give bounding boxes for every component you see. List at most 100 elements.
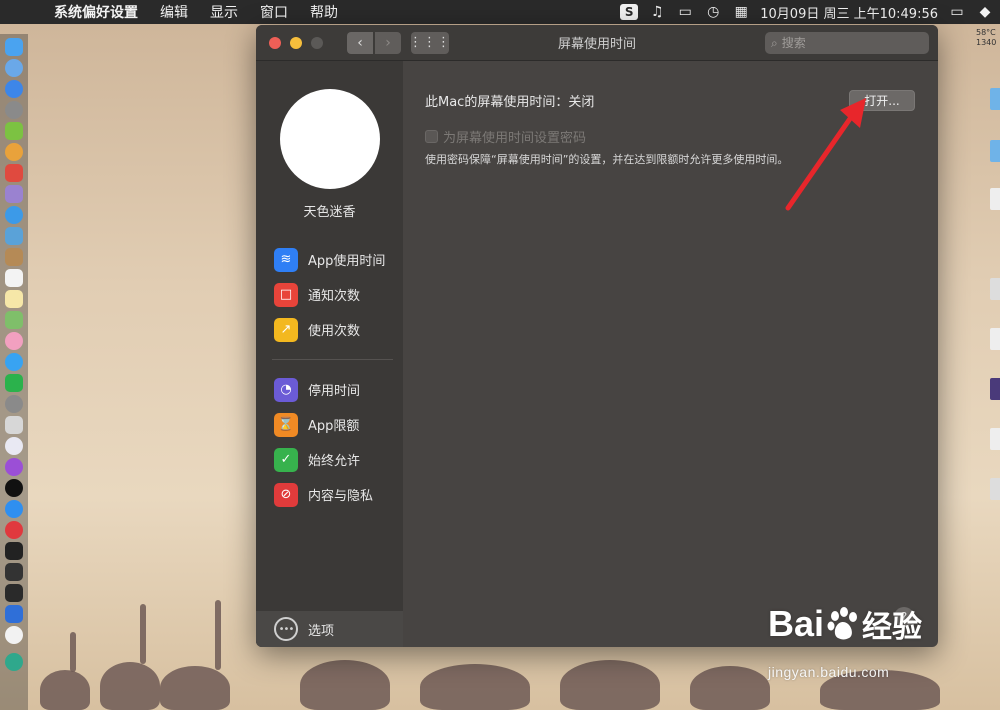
file-icon[interactable]	[990, 478, 1000, 500]
menu-edit[interactable]: 编辑	[160, 2, 188, 22]
yandex-icon[interactable]	[5, 626, 23, 644]
vivaldi-icon[interactable]	[5, 521, 23, 539]
sidebar-item-app-usage[interactable]: ≋ App使用时间	[256, 242, 403, 277]
finder-icon[interactable]	[5, 38, 23, 56]
search-icon: ⌕	[771, 35, 778, 50]
search-field[interactable]: ⌕	[765, 32, 929, 54]
minimize-button[interactable]	[290, 36, 302, 49]
window-titlebar[interactable]: ‹ › ⋮⋮⋮ 屏幕使用时间 ⌕	[256, 25, 938, 61]
safari-icon[interactable]	[5, 206, 23, 224]
calendar-app-icon[interactable]	[5, 164, 23, 182]
siri-icon[interactable]	[5, 59, 23, 77]
help-button[interactable]: ?	[894, 607, 914, 627]
menu-view[interactable]: 显示	[210, 2, 238, 22]
sidebar-item-label: 通知次数	[308, 289, 361, 304]
file-icon[interactable]	[990, 188, 1000, 210]
status-label: 此Mac的屏幕使用时间：	[425, 95, 569, 110]
hourglass-icon: ⌛	[274, 412, 298, 437]
activity-monitor-icon[interactable]	[5, 563, 23, 581]
menu-help[interactable]: 帮助	[310, 2, 338, 22]
sidebar-item-app-limits[interactable]: ⌛ App限额	[256, 407, 403, 442]
file-icon[interactable]	[990, 328, 1000, 350]
time-machine-icon[interactable]: ◷	[704, 4, 722, 20]
sidebar-item-label: 停用时间	[308, 384, 361, 399]
window-controls	[269, 36, 323, 49]
itunes-icon[interactable]	[5, 437, 23, 455]
restriction-icon: ⊘	[274, 482, 298, 507]
sidebar-item-label: 选项	[308, 623, 335, 639]
passcode-option: 为屏幕使用时间设置密码	[425, 127, 586, 146]
menu-app-name[interactable]: 系统偏好设置	[54, 2, 138, 22]
input-method-icon[interactable]: S	[620, 4, 639, 20]
launchpad-icon[interactable]	[5, 80, 23, 98]
airplay-icon[interactable]: ▭	[676, 4, 694, 20]
calendar-icon[interactable]: ▦	[732, 4, 750, 20]
sidebar-item-label: 使用次数	[308, 324, 361, 339]
show-all-button[interactable]: ⋮⋮⋮	[409, 31, 450, 54]
folder-icon[interactable]	[990, 88, 1000, 110]
maps-icon[interactable]	[5, 311, 23, 329]
storage-icon[interactable]	[5, 185, 23, 203]
zoom-button[interactable]	[311, 36, 323, 49]
trash-icon[interactable]	[5, 653, 23, 671]
status-area: S ♫ ▭ ◷ ▦ 10月09日 周三 上午10:49:56 ▭ ◆	[620, 0, 994, 24]
navigation-buttons: ‹ ›	[347, 31, 401, 54]
apple-tv-icon[interactable]	[5, 479, 23, 497]
wechat-icon[interactable]	[5, 374, 23, 392]
sidebar-item-downtime[interactable]: ◔ 停用时间	[256, 372, 403, 407]
image-file-icon[interactable]	[990, 378, 1000, 400]
music-icon[interactable]: ♫	[648, 4, 666, 20]
vpn-icon[interactable]	[5, 605, 23, 623]
search-input[interactable]	[781, 36, 912, 50]
screen-time-status: 此Mac的屏幕使用时间：关闭	[425, 91, 594, 110]
menu-clock[interactable]: 10月09日 周三 上午10:49:56	[760, 3, 938, 22]
sidebar-item-content-privacy[interactable]: ⊘ 内容与隐私	[256, 477, 403, 512]
notes-icon[interactable]	[5, 290, 23, 308]
sidebar-item-pickups[interactable]: ↗ 使用次数	[256, 312, 403, 347]
system-preferences-icon[interactable]	[5, 395, 23, 413]
passcode-checkbox-label: 为屏幕使用时间设置密码	[443, 131, 587, 146]
terminal-icon[interactable]	[5, 542, 23, 560]
username: 天色迷香	[303, 205, 356, 220]
checkmark-shield-icon: ✓	[274, 447, 298, 472]
menu-window[interactable]: 窗口	[260, 2, 288, 22]
rocket-icon[interactable]	[5, 101, 23, 119]
android-icon[interactable]	[5, 122, 23, 140]
notes-brown-icon[interactable]	[5, 248, 23, 266]
bookmark-icon[interactable]: ◆	[976, 4, 994, 20]
ellipsis-icon: •••	[274, 617, 298, 641]
forward-button[interactable]: ›	[375, 31, 401, 54]
passcode-checkbox[interactable]	[425, 130, 438, 143]
battery-icon[interactable]: ▭	[948, 4, 966, 20]
messages-icon[interactable]	[5, 353, 23, 371]
preview-icon[interactable]	[5, 227, 23, 245]
main-content: 此Mac的屏幕使用时间：关闭 打开... 为屏幕使用时间设置密码 使用密码保障“…	[403, 61, 938, 647]
sidebar-item-always-allowed[interactable]: ✓ 始终允许	[256, 442, 403, 477]
sidebar-item-options[interactable]: ••• 选项	[256, 611, 403, 647]
folder-icon[interactable]	[990, 140, 1000, 162]
close-button[interactable]	[269, 36, 281, 49]
podcasts-icon[interactable]	[5, 458, 23, 476]
sidebar-item-label: 内容与隐私	[308, 489, 374, 504]
menu-bar: 系统偏好设置 编辑 显示 窗口 帮助 S ♫ ▭ ◷ ▦ 10月09日 周三 上…	[0, 0, 1000, 24]
sidebar-group-usage: ≋ App使用时间 □ 通知次数 ↗ 使用次数	[256, 242, 403, 347]
back-button[interactable]: ‹	[347, 31, 373, 54]
turn-on-button[interactable]: 打开...	[849, 90, 915, 111]
file-icon[interactable]	[990, 428, 1000, 450]
notification-icon: □	[274, 282, 298, 307]
photos-icon[interactable]	[5, 332, 23, 350]
avatar[interactable]	[279, 89, 380, 189]
app-store-icon[interactable]	[5, 500, 23, 518]
file-icon[interactable]	[990, 278, 1000, 300]
download-icon[interactable]	[5, 416, 23, 434]
calendar-date-icon[interactable]	[5, 269, 23, 287]
chrome-icon[interactable]	[5, 143, 23, 161]
console-icon[interactable]	[5, 584, 23, 602]
passcode-description: 使用密码保障“屏幕使用时间”的设置，并在达到限额时允许更多使用时间。	[425, 153, 789, 166]
chevron-left-icon: ‹	[357, 34, 363, 51]
sidebar-group-limits: ◔ 停用时间 ⌛ App限额 ✓ 始终允许 ⊘ 内容与隐私	[256, 372, 403, 512]
downtime-icon: ◔	[274, 377, 298, 402]
sidebar-item-label: 始终允许	[308, 454, 361, 469]
sidebar-item-notifications[interactable]: □ 通知次数	[256, 277, 403, 312]
dock	[0, 34, 28, 710]
